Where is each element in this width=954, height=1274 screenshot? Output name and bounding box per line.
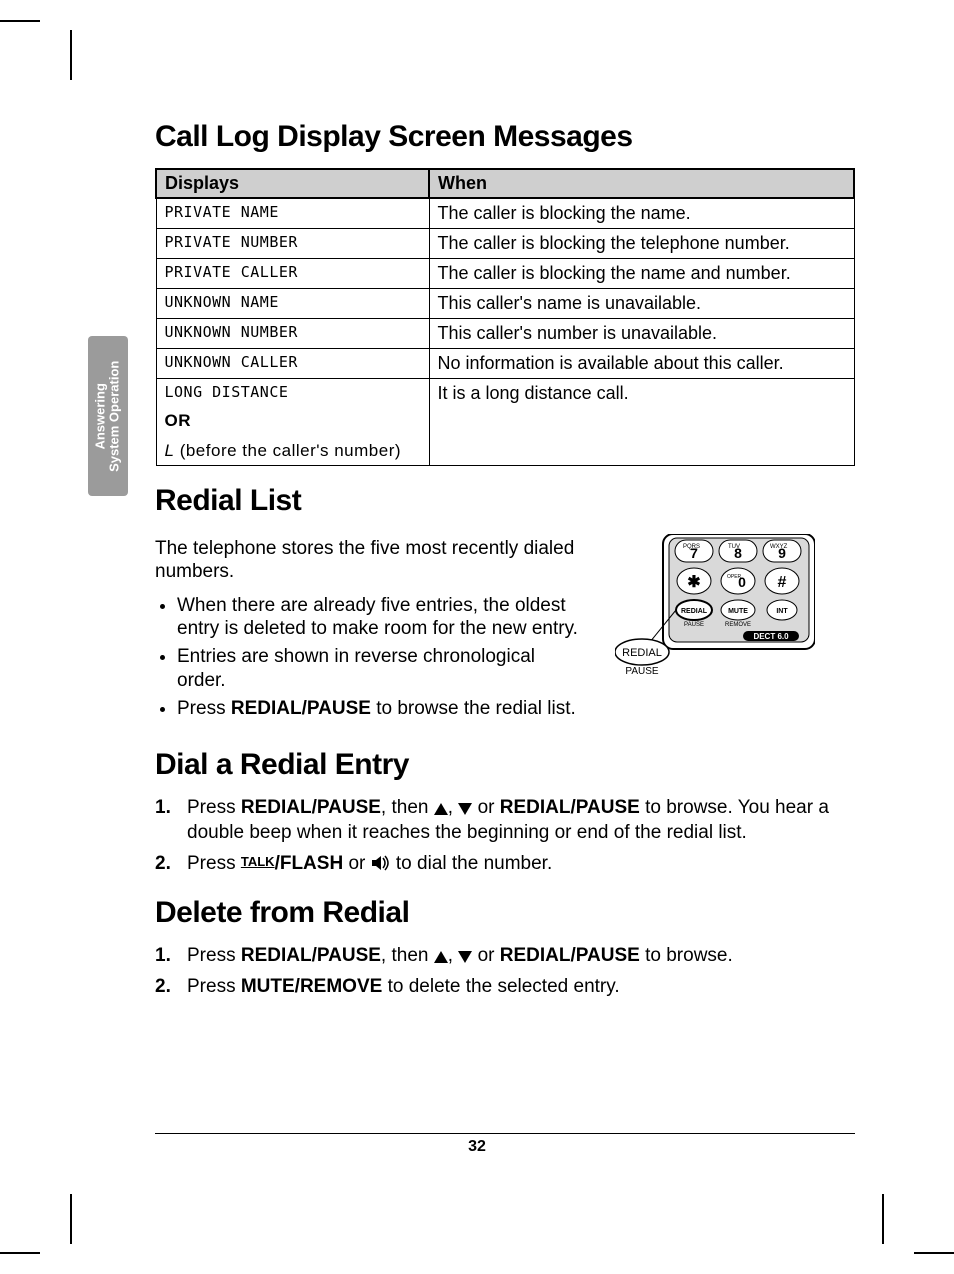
svg-text:PAUSE: PAUSE	[684, 622, 704, 628]
svg-text:#: #	[778, 574, 787, 591]
list-item: Press TALK/FLASH or to dial the number.	[181, 852, 855, 879]
when-cell: It is a long distance call.	[429, 379, 854, 466]
when-cell: This caller's name is unavailable.	[429, 289, 854, 319]
crop-mark	[0, 20, 40, 22]
redial-bullets: When there are already five entries, the…	[155, 594, 585, 721]
heading-call-log: Call Log Display Screen Messages	[155, 120, 855, 154]
svg-text:DECT 6.0: DECT 6.0	[753, 632, 789, 641]
down-arrow-icon	[458, 803, 472, 815]
side-tab-line2: System Operation	[108, 360, 122, 471]
crop-mark	[914, 1252, 954, 1254]
down-arrow-icon	[458, 951, 472, 963]
display-sub: L (before the caller's number)	[165, 441, 402, 460]
table-header-when: When	[429, 169, 854, 198]
side-tab: Answering System Operation	[88, 336, 128, 496]
list-item: Press REDIAL/PAUSE, then , or REDIAL/PAU…	[181, 796, 855, 845]
table-row: UNKNOWN CALLERNo information is availabl…	[156, 349, 854, 379]
svg-text:✱: ✱	[687, 574, 700, 591]
page-number: 32	[0, 1138, 954, 1156]
heading-redial-list: Redial List	[155, 484, 855, 518]
crop-mark	[70, 30, 72, 80]
display-text: LONG DISTANCE	[165, 383, 289, 401]
svg-text:0: 0	[738, 574, 746, 590]
display-cell: UNKNOWN CALLER	[156, 349, 429, 379]
display-cell: UNKNOWN NAME	[156, 289, 429, 319]
svg-text:7: 7	[690, 545, 698, 561]
redial-intro: The telephone stores the five most recen…	[155, 538, 585, 584]
footer-rule	[155, 1133, 855, 1134]
or-text: OR	[165, 411, 421, 431]
svg-text:REDIAL: REDIAL	[681, 608, 708, 615]
svg-text:INT: INT	[776, 608, 788, 615]
list-item: When there are already five entries, the…	[177, 594, 585, 642]
speaker-icon	[371, 854, 391, 879]
list-item: Press REDIAL/PAUSE to browse the redial …	[177, 697, 585, 721]
heading-dial-redial: Dial a Redial Entry	[155, 748, 855, 782]
svg-text:PAUSE: PAUSE	[625, 666, 658, 677]
when-cell: The caller is blocking the name.	[429, 198, 854, 229]
svg-text:8: 8	[734, 545, 742, 561]
display-cell: PRIVATE CALLER	[156, 259, 429, 289]
up-arrow-icon	[434, 803, 448, 815]
table-row: UNKNOWN NUMBERThis caller's number is un…	[156, 319, 854, 349]
table-row: LONG DISTANCE OR L (before the caller's …	[156, 379, 854, 466]
table-header-displays: Displays	[156, 169, 429, 198]
display-cell: LONG DISTANCE OR L (before the caller's …	[156, 379, 429, 466]
crop-mark	[70, 1194, 72, 1244]
when-cell: The caller is blocking the telephone num…	[429, 229, 854, 259]
delete-redial-steps: Press REDIAL/PAUSE, then , or REDIAL/PAU…	[155, 944, 855, 999]
svg-text:9: 9	[778, 545, 786, 561]
phone-diagram: PQRS 7 TUV 8 WXYZ 9 ✱ OPER	[615, 534, 815, 699]
svg-text:REDIAL: REDIAL	[622, 647, 662, 659]
display-cell: PRIVATE NUMBER	[156, 229, 429, 259]
list-item: Press MUTE/REMOVE to delete the selected…	[181, 975, 855, 1000]
list-item: Press REDIAL/PAUSE, then , or REDIAL/PAU…	[181, 944, 855, 969]
list-item: Entries are shown in reverse chronologic…	[177, 645, 585, 693]
table-row: PRIVATE NAMEThe caller is blocking the n…	[156, 198, 854, 229]
when-cell: This caller's number is unavailable.	[429, 319, 854, 349]
table-row: PRIVATE NUMBERThe caller is blocking the…	[156, 229, 854, 259]
display-cell: PRIVATE NAME	[156, 198, 429, 229]
table-row: UNKNOWN NAMEThis caller's name is unavai…	[156, 289, 854, 319]
when-cell: The caller is blocking the name and numb…	[429, 259, 854, 289]
up-arrow-icon	[434, 951, 448, 963]
svg-text:MUTE: MUTE	[728, 608, 748, 615]
dial-redial-steps: Press REDIAL/PAUSE, then , or REDIAL/PAU…	[155, 796, 855, 878]
table-row: PRIVATE CALLERThe caller is blocking the…	[156, 259, 854, 289]
crop-mark	[0, 1252, 40, 1254]
when-cell: No information is available about this c…	[429, 349, 854, 379]
svg-text:REMOVE: REMOVE	[725, 622, 751, 628]
display-cell: UNKNOWN NUMBER	[156, 319, 429, 349]
heading-delete-redial: Delete from Redial	[155, 896, 855, 930]
talk-icon: TALK	[241, 854, 275, 869]
crop-mark	[882, 1194, 884, 1244]
display-messages-table: Displays When PRIVATE NAMEThe caller is …	[155, 168, 855, 466]
